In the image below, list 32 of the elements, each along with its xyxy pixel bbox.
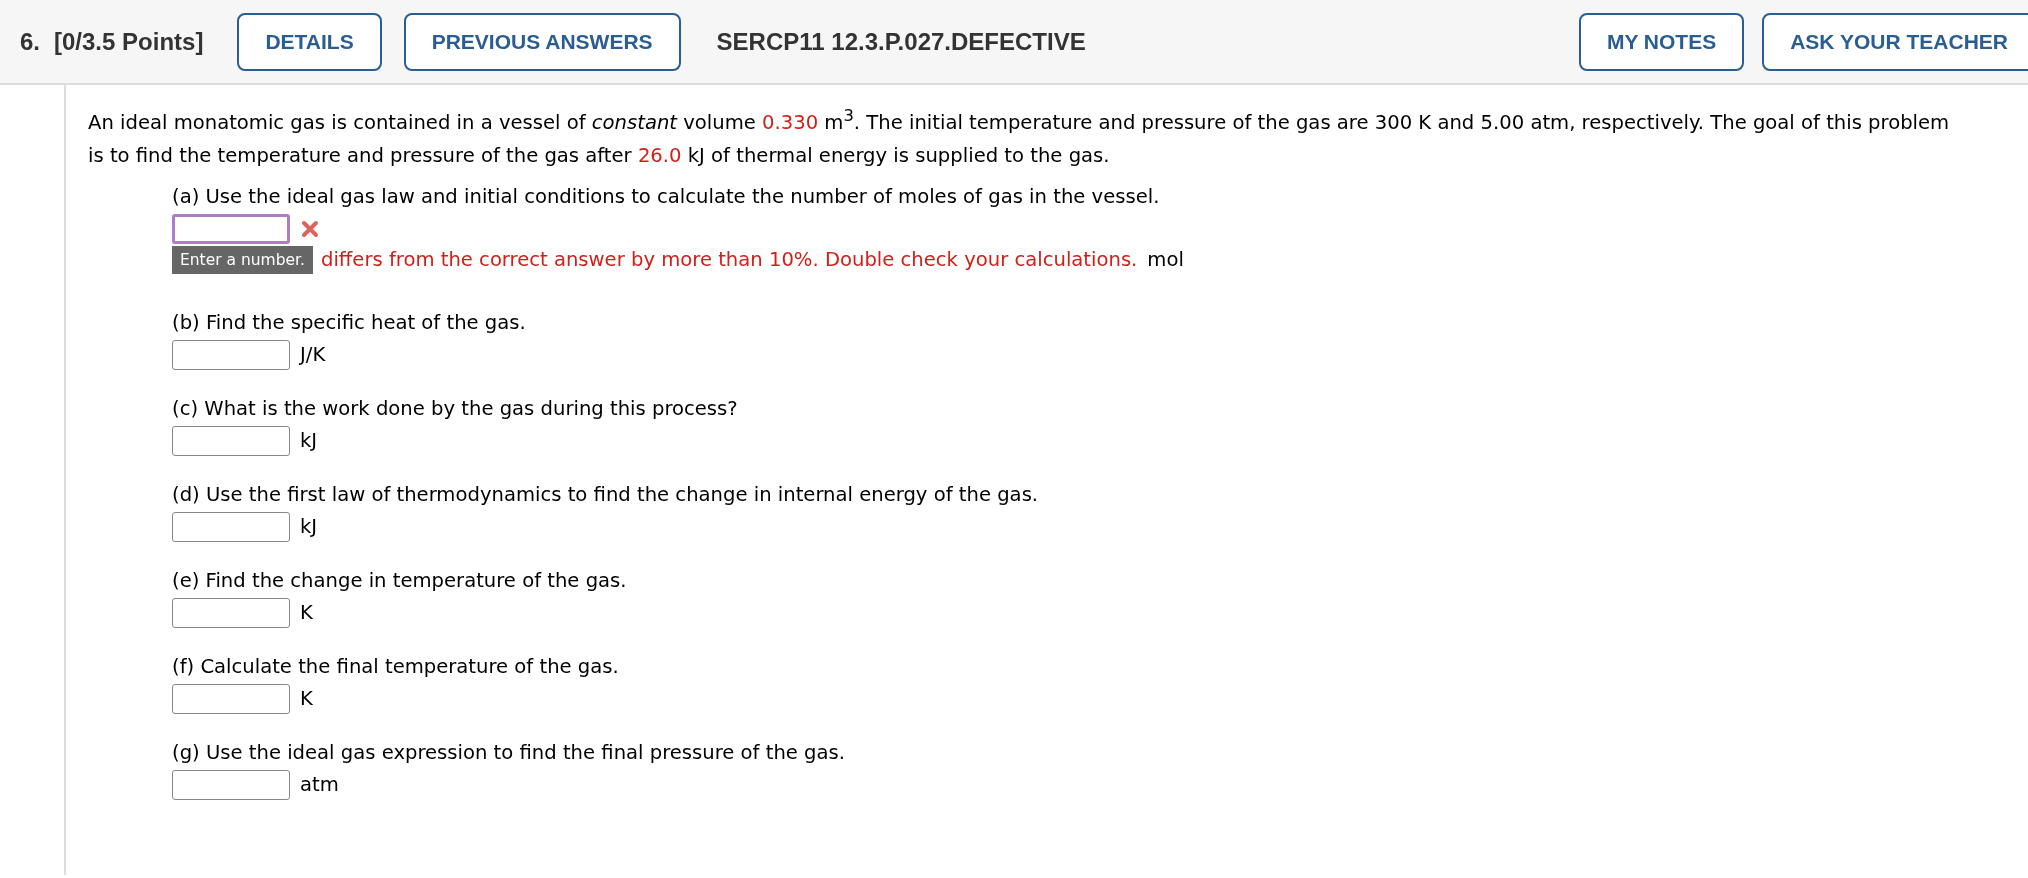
unit-label: K (300, 687, 313, 711)
answer-field[interactable] (172, 683, 290, 714)
problem-code: SERCP11 12.3.P.027.DEFECTIVE (716, 27, 1086, 56)
unit-label: atm (300, 773, 339, 797)
header-button[interactable]: ASK YOUR TEACHER (1762, 12, 2028, 71)
header-button[interactable]: PREVIOUS ANSWERS (403, 12, 681, 71)
answer-field[interactable] (172, 425, 290, 456)
answer-field[interactable] (172, 597, 290, 628)
question-text: (d) Use the first law of thermodynamics to find the change in internal energy of the gas. (172, 481, 1040, 508)
answer-field[interactable] (172, 511, 290, 542)
unit-label: kJ (300, 515, 318, 539)
question-number: 6. (20, 27, 40, 56)
hint-tooltip: Enter a number. (172, 245, 313, 274)
unit-label: J/K (300, 343, 326, 367)
question-text: (a) Use the ideal gas law and initial conditions to calculate the number of moles of gas in the vessel. (172, 183, 1161, 210)
question-text: (c) What is the work done by the gas during this process? (172, 395, 739, 422)
unit-label: kJ (300, 429, 318, 453)
question-text: (e) Find the change in temperature of the gas. (172, 567, 628, 594)
header-button[interactable]: DETAILS (237, 12, 382, 71)
points-score: [0/3.5 Points] (54, 27, 204, 56)
unit-label: K (300, 601, 313, 625)
incorrect-x-icon (300, 218, 320, 239)
unit-label: mol (1147, 248, 1184, 272)
header-button[interactable]: MY NOTES (1578, 12, 1745, 71)
answer-field[interactable] (172, 769, 290, 800)
question-text: (f) Calculate the final temperature of the gas. (172, 653, 620, 680)
answer-field[interactable] (172, 339, 290, 370)
question-text: (g) Use the ideal gas expression to find the final pressure of the gas. (172, 739, 846, 766)
feedback-text: differs from the correct answer by more than 10%. Double check your calculations. (320, 248, 1138, 272)
answer-field[interactable] (172, 213, 290, 244)
question-text: (b) Find the specific heat of the gas. (172, 309, 527, 336)
problem-text: An ideal monatomic gas is contained in a vessel of constant volume 0.330 m$^{3}$. The initial temperature and pressure of the gas are 300 K and 5.00 atm, respectively. The goal of this problem is to find the temperature and pressure of the gas after 26.0 kJ of thermal energy is supplied to the gas. (88, 105, 1951, 169)
